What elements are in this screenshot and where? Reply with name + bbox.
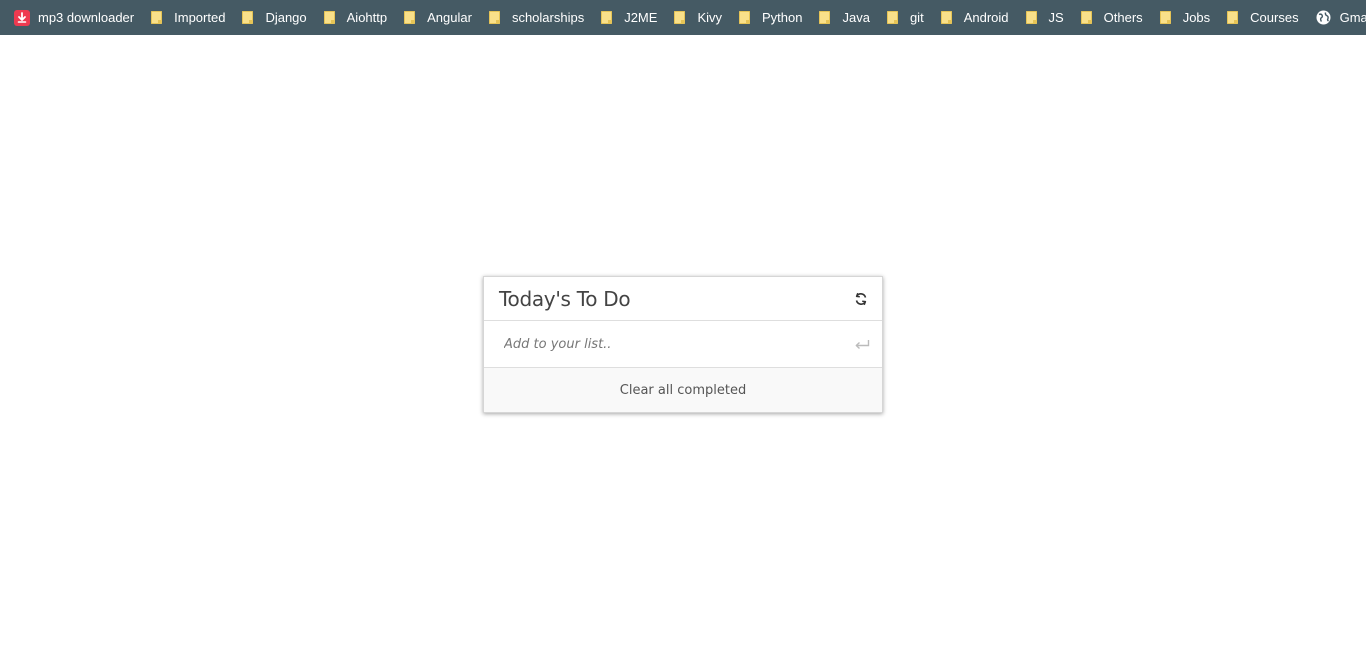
folder-icon bbox=[739, 11, 750, 24]
bookmark-scholarships[interactable]: scholarships bbox=[488, 5, 585, 31]
folder-icon bbox=[1080, 11, 1092, 24]
bookmark-label: Jobs bbox=[1182, 10, 1211, 25]
bookmark-label: Kivy bbox=[697, 10, 722, 25]
bookmark-j2me[interactable]: J2ME bbox=[601, 5, 657, 31]
bookmark-mp3-downloader[interactable]: mp3 downloader bbox=[14, 5, 134, 31]
bookmark-python[interactable]: Python bbox=[739, 5, 802, 31]
globe-icon bbox=[1316, 10, 1331, 25]
bookmark-aiohttp[interactable]: Aiohttp bbox=[323, 5, 388, 31]
bookmark-label: Gmail bbox=[1339, 10, 1366, 25]
todo-input[interactable] bbox=[504, 336, 854, 352]
folder-icon bbox=[404, 11, 416, 24]
folder-icon bbox=[242, 11, 254, 24]
page-title: Today's To Do bbox=[499, 286, 631, 311]
refresh-icon[interactable] bbox=[854, 292, 868, 306]
folder-icon bbox=[1025, 11, 1037, 24]
bookmark-label: JS bbox=[1048, 10, 1064, 25]
enter-icon[interactable] bbox=[854, 338, 870, 350]
bookmark-label: Courses bbox=[1250, 10, 1299, 25]
bookmark-java[interactable]: Java bbox=[819, 5, 870, 31]
bookmark-django[interactable]: Django bbox=[242, 5, 307, 31]
bookmark-imported[interactable]: Imported bbox=[151, 5, 225, 31]
folder-icon bbox=[819, 11, 831, 24]
folder-icon bbox=[940, 11, 952, 24]
bookmark-label: Java bbox=[842, 10, 870, 25]
todo-card: Today's To Do Clear all completed bbox=[483, 276, 883, 413]
bookmark-label: scholarships bbox=[511, 10, 585, 25]
folder-icon bbox=[601, 11, 613, 24]
todo-input-row bbox=[484, 321, 882, 368]
bookmark-js[interactable]: JS bbox=[1025, 5, 1064, 31]
bookmark-android[interactable]: Android bbox=[940, 5, 1009, 31]
folder-icon bbox=[1159, 11, 1171, 24]
folder-icon bbox=[674, 11, 686, 24]
bookmark-angular[interactable]: Angular bbox=[404, 5, 472, 31]
bookmark-label: mp3 downloader bbox=[38, 10, 135, 25]
folder-icon bbox=[1227, 11, 1239, 24]
clear-completed-button[interactable]: Clear all completed bbox=[620, 383, 746, 398]
download-icon bbox=[14, 9, 30, 26]
todo-footer: Clear all completed bbox=[484, 368, 882, 412]
bookmark-label: Angular bbox=[427, 10, 472, 25]
folder-icon bbox=[886, 11, 898, 24]
bookmark-jobs[interactable]: Jobs bbox=[1159, 5, 1211, 31]
bookmark-courses[interactable]: Courses bbox=[1227, 5, 1299, 31]
folder-icon bbox=[323, 11, 335, 24]
bookmark-label: Aiohttp bbox=[346, 10, 388, 25]
bookmark-gmail[interactable]: Gmail bbox=[1316, 5, 1366, 31]
bookmark-label: git bbox=[909, 10, 924, 25]
bookmarks-bar: mp3 downloader Imported Django Aiohttp A… bbox=[0, 0, 1366, 35]
bookmark-label: Others bbox=[1103, 10, 1143, 25]
bookmark-label: Django bbox=[265, 10, 307, 25]
bookmark-others[interactable]: Others bbox=[1080, 5, 1143, 31]
bookmark-label: J2ME bbox=[624, 10, 658, 25]
bookmark-git[interactable]: git bbox=[886, 5, 924, 31]
bookmark-label: Android bbox=[963, 10, 1009, 25]
folder-icon bbox=[151, 11, 163, 24]
bookmark-label: Imported bbox=[174, 10, 226, 25]
folder-icon bbox=[488, 11, 500, 24]
bookmark-label: Python bbox=[762, 10, 803, 25]
todo-header: Today's To Do bbox=[484, 277, 882, 321]
bookmark-kivy[interactable]: Kivy bbox=[674, 5, 722, 31]
